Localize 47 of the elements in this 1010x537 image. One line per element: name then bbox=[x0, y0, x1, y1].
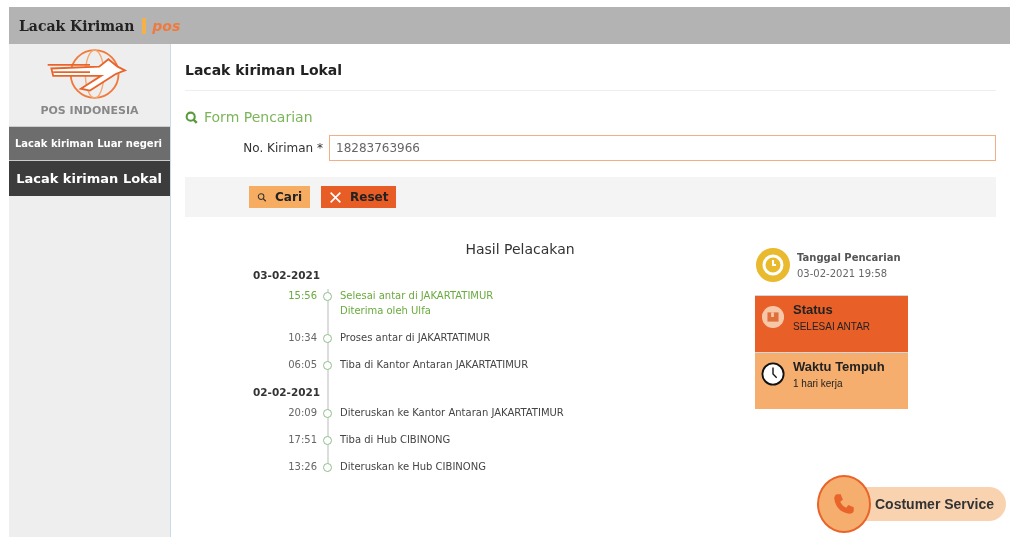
search-button[interactable]: Cari bbox=[249, 186, 310, 208]
date-heading: 03-02-2021 bbox=[253, 269, 322, 281]
timeline-dot-icon bbox=[323, 436, 332, 445]
clock-icon bbox=[761, 362, 785, 386]
form-title: Form Pencarian bbox=[204, 109, 313, 125]
search-icon bbox=[185, 110, 198, 124]
customer-service-button[interactable]: Costumer Service bbox=[817, 476, 1007, 532]
card-value: SELESAI ANTAR bbox=[793, 321, 871, 332]
event-time: 10:34 bbox=[287, 332, 317, 343]
package-icon bbox=[761, 305, 785, 329]
event-time: 15:56 bbox=[287, 290, 317, 301]
logo-text: pos bbox=[142, 17, 181, 34]
event-description: Diterima oleh Ulfa bbox=[340, 305, 432, 316]
card-value: 1 hari kerja bbox=[793, 378, 844, 389]
card-title: Status bbox=[793, 302, 834, 317]
brand-name: POS INDONESIA bbox=[40, 104, 139, 117]
event-time: 17:51 bbox=[287, 434, 317, 445]
reset-button[interactable]: Reset bbox=[321, 186, 397, 208]
results-title: Hasil Pelacakan bbox=[464, 241, 576, 257]
search-date: 03-02-2021 19:58 bbox=[797, 267, 889, 279]
card-title: Waktu Tempuh bbox=[793, 359, 885, 374]
timeline-dot-icon bbox=[323, 361, 332, 370]
event-description: Proses antar di JAKARTATIMUR bbox=[340, 332, 491, 343]
timeline-dot-icon bbox=[323, 334, 332, 343]
field-label: No. Kiriman * bbox=[242, 141, 324, 155]
tracking-number-field[interactable]: 18283763966 bbox=[329, 135, 996, 161]
app-title: Lacak Kiriman bbox=[19, 17, 135, 34]
date-heading: 02-02-2021 bbox=[253, 386, 322, 398]
event-description: Tiba di Hub CIBINONG bbox=[340, 434, 451, 445]
event-description: Tiba di Kantor Antaran JAKARTATIMUR bbox=[340, 359, 529, 370]
timeline-dot-icon bbox=[323, 409, 332, 418]
page-title: Lacak kiriman Lokal bbox=[185, 62, 996, 91]
event-description: Diteruskan ke Kantor Antaran JAKARTATIMUR bbox=[340, 407, 564, 418]
event-description: Selesai antar di JAKARTATIMUR bbox=[340, 290, 494, 301]
sidebar-item[interactable]: Lacak kiriman Lokal bbox=[9, 160, 170, 196]
event-time: 06:05 bbox=[287, 359, 317, 370]
clock-icon bbox=[755, 247, 791, 283]
event-time: 20:09 bbox=[287, 407, 317, 418]
search-date-label: Tanggal Pencarian bbox=[797, 251, 901, 263]
timeline-dot-icon bbox=[323, 463, 332, 472]
close-icon bbox=[329, 190, 342, 204]
timeline-dot-icon bbox=[323, 292, 332, 301]
search-icon bbox=[257, 190, 268, 204]
event-time: 13:26 bbox=[287, 461, 317, 472]
sidebar-item[interactable]: Lacak kiriman Luar negeri bbox=[9, 126, 170, 160]
phone-icon bbox=[817, 475, 871, 533]
event-description: Diteruskan ke Hub CIBINONG bbox=[340, 461, 486, 472]
